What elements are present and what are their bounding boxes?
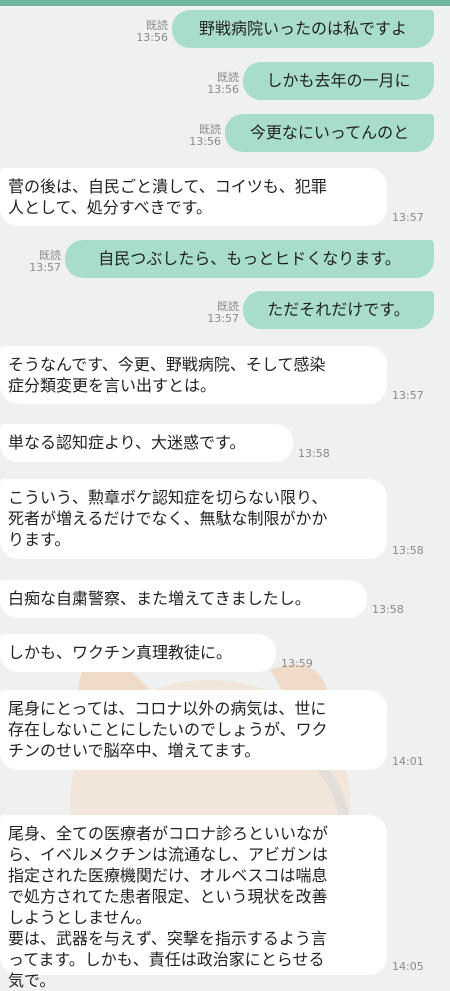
message-timestamp: 13:57	[392, 389, 424, 402]
message-timestamp: 13:59	[281, 657, 313, 670]
incoming-message-bubble[interactable]: 尾身、全ての医療者がコロナ診ろといいなが ら、イベルメクチンは流通なし、アビガン…	[0, 815, 387, 990]
message-timestamp: 13:56	[207, 83, 239, 96]
incoming-message-bubble[interactable]: こういう、勲章ボケ認知症を切らない限り、 死者が増えるだけでなく、無駄な制限がか…	[0, 479, 387, 559]
message-meta: 13:59	[281, 658, 315, 670]
message-timestamp: 13:57	[392, 211, 424, 224]
outgoing-message-bubble[interactable]: 自民つぶしたら、もっとヒドくなります。	[65, 240, 434, 278]
message-meta: 13:58	[298, 448, 332, 460]
message-meta: 既読 13:57	[27, 250, 61, 274]
message-timestamp: 14:05	[392, 960, 424, 973]
message-timestamp: 13:58	[392, 544, 424, 557]
message-meta: 既読 13:57	[205, 301, 239, 325]
message-timestamp: 13:57	[207, 312, 239, 325]
message-timestamp: 14:01	[392, 755, 424, 768]
message-meta: 13:58	[392, 545, 426, 557]
message-meta: 既読 13:56	[205, 72, 239, 96]
message-meta: 既読 13:56	[134, 20, 168, 44]
incoming-message-bubble[interactable]: しかも、ワクチン真理教徒に。	[0, 634, 276, 672]
incoming-message-bubble[interactable]: 単なる認知症より、大迷惑です。	[0, 424, 293, 462]
outgoing-message-bubble[interactable]: 野戦病院いったのは私ですよ	[172, 10, 434, 48]
incoming-message-bubble[interactable]: 白痴な自粛警察、また増えてきましたし。	[0, 580, 367, 618]
message-meta: 14:01	[392, 756, 426, 768]
outgoing-message-bubble[interactable]: 今更なにいってんのと	[225, 114, 434, 152]
incoming-message-bubble[interactable]: 尾身にとっては、コロナ以外の病気は、世に 存在しないことにしたいのでしょうが、ワ…	[0, 690, 387, 770]
message-meta: 14:05	[392, 961, 426, 973]
message-timestamp: 13:58	[298, 447, 330, 460]
message-timestamp: 13:56	[189, 135, 221, 148]
incoming-message-bubble[interactable]: 菅の後は、自民ごと潰して、コイツも、犯罪 人として、処分すべきです。	[0, 168, 387, 226]
outgoing-message-bubble[interactable]: しかも去年の一月に	[243, 62, 434, 100]
message-meta: 13:57	[392, 212, 426, 224]
message-timestamp: 13:57	[29, 261, 61, 274]
message-meta: 13:57	[392, 390, 426, 402]
top-accent-bar	[0, 0, 450, 6]
message-meta: 13:58	[372, 604, 406, 616]
outgoing-message-bubble[interactable]: ただそれだけです。	[243, 291, 434, 329]
message-timestamp: 13:58	[372, 603, 404, 616]
message-timestamp: 13:56	[136, 31, 168, 44]
message-meta: 既読 13:56	[187, 124, 221, 148]
incoming-message-bubble[interactable]: そうなんです、今更、野戦病院、そして感染 症分類変更を言い出すとは。	[0, 346, 387, 404]
